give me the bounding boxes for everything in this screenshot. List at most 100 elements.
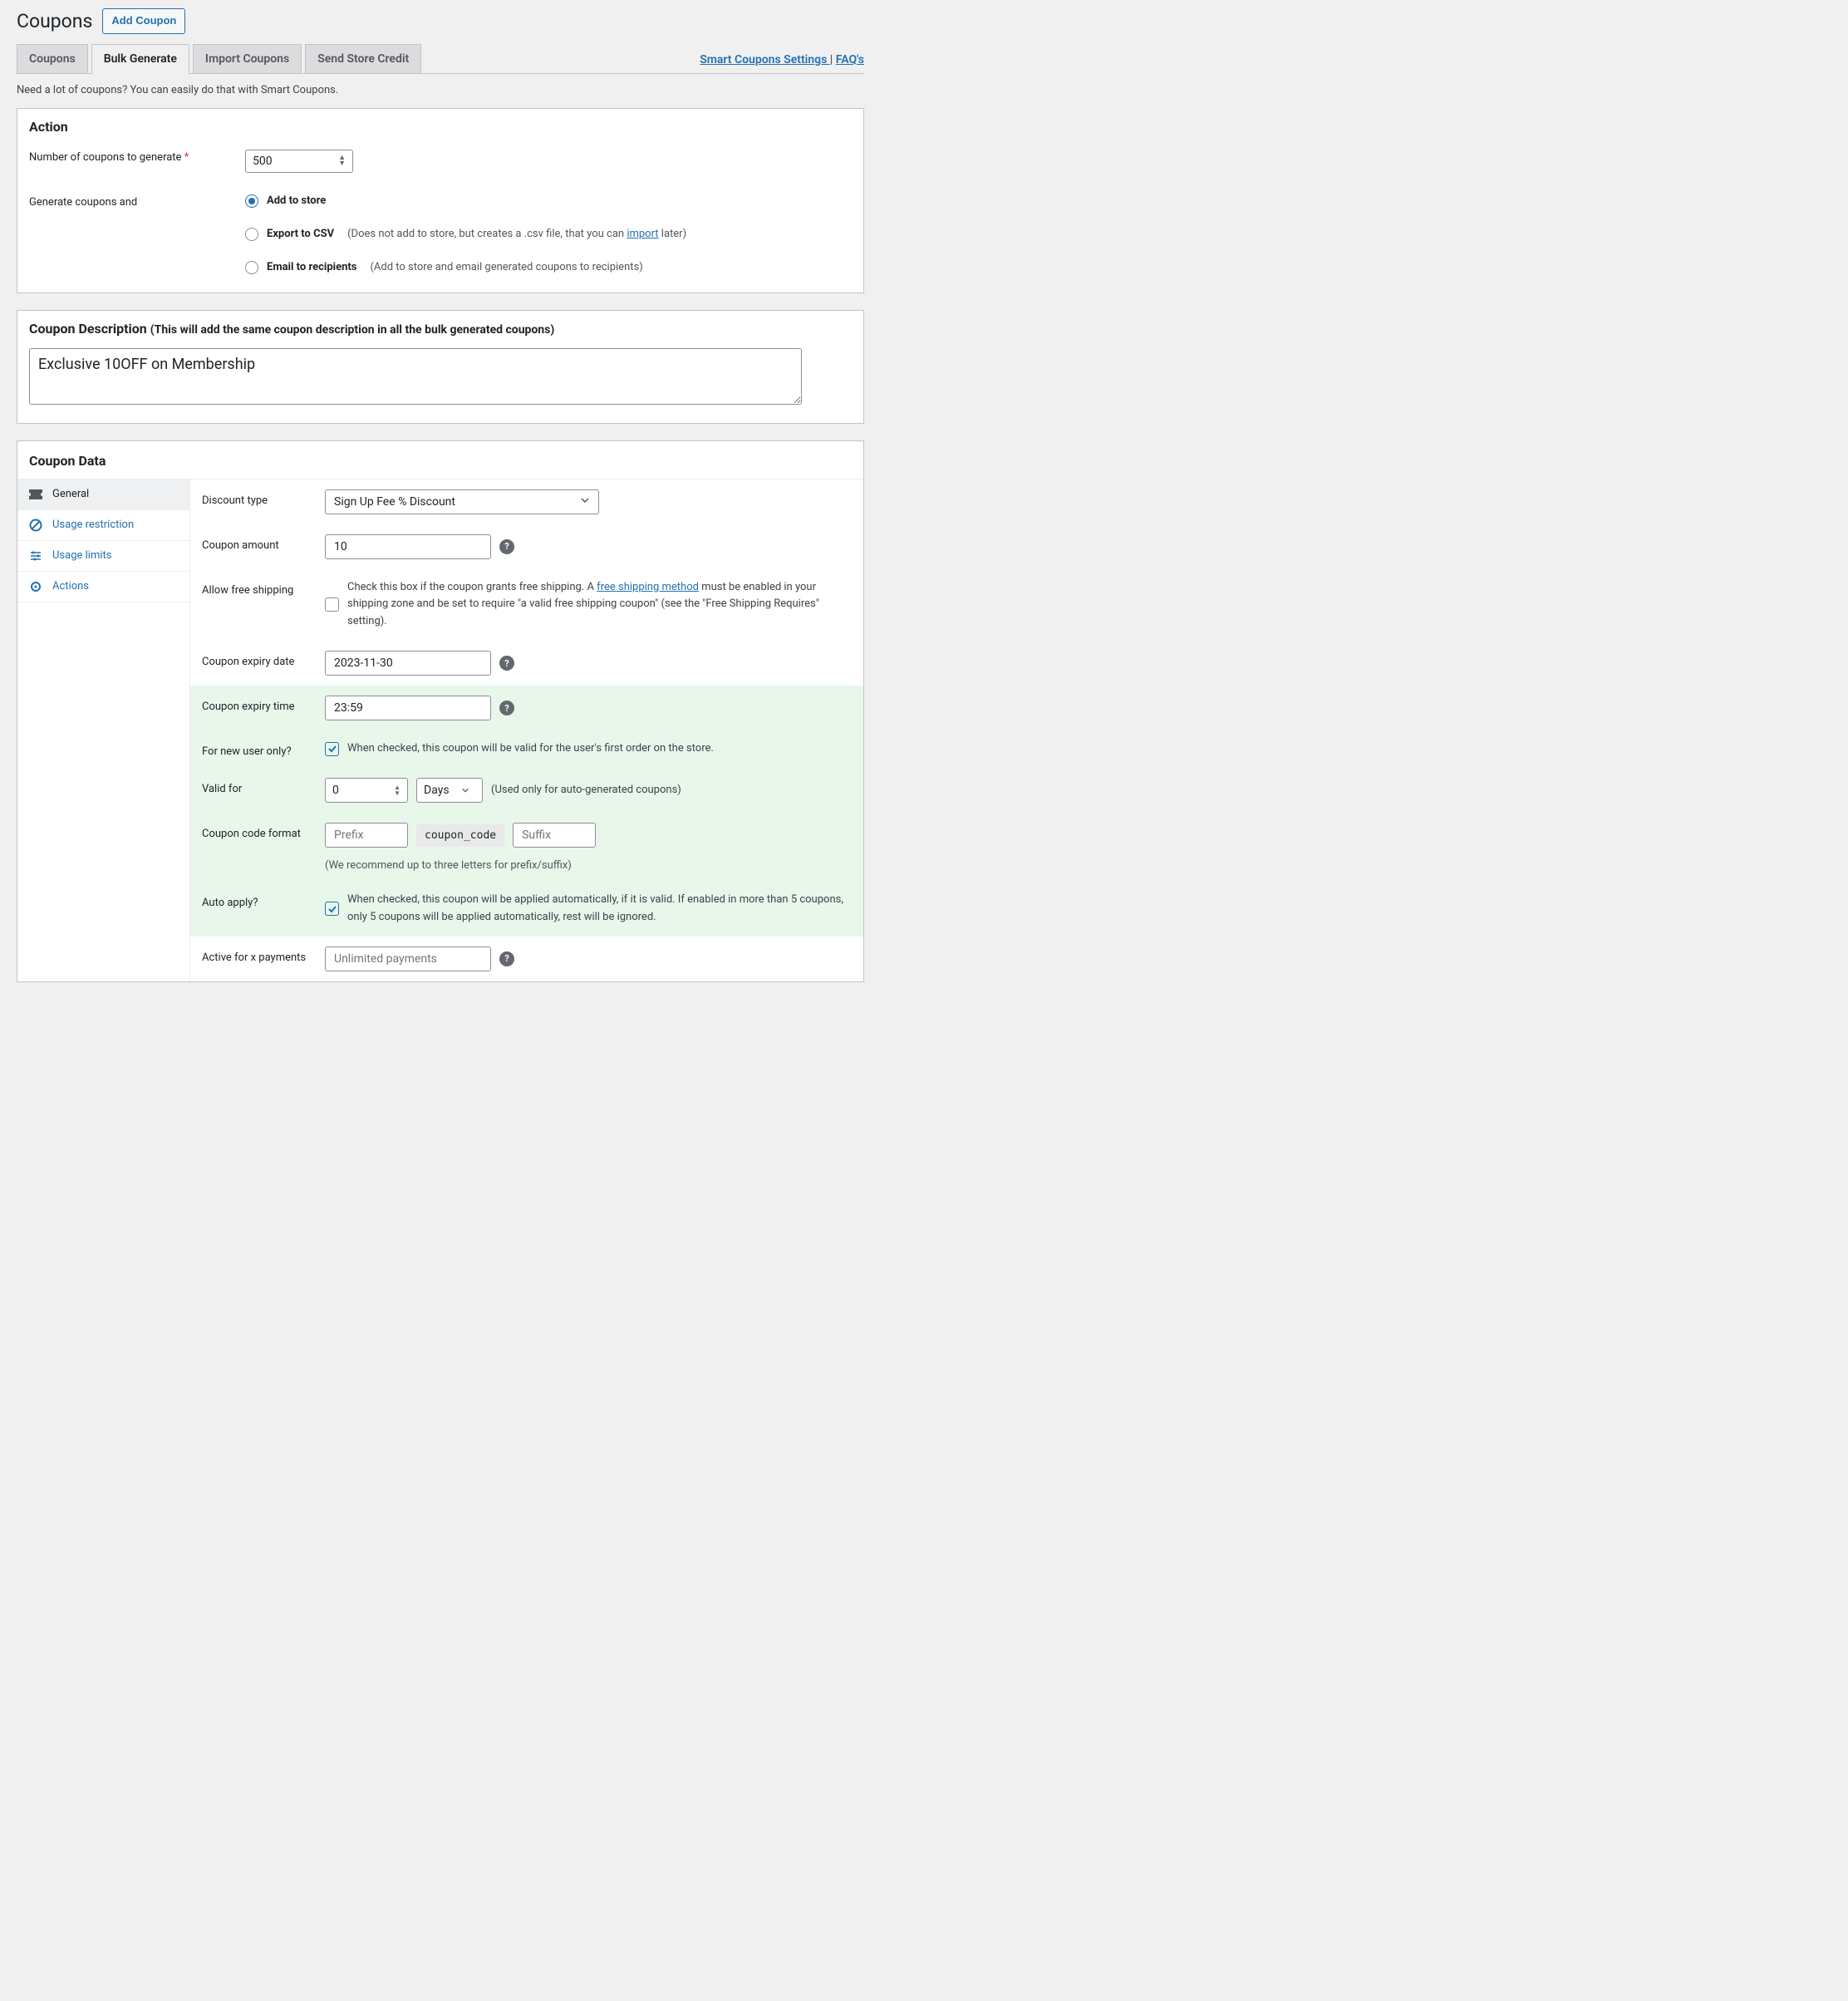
stepper-icon[interactable]: ▲▼ xyxy=(338,155,346,167)
coupon-amount-input[interactable]: 10 xyxy=(325,534,491,559)
expiry-time-row: Coupon expiry time 23:59 ? xyxy=(190,686,863,730)
auto-apply-checkbox[interactable] xyxy=(325,902,339,916)
radio-icon xyxy=(245,261,258,274)
coupon-data-sidebar: General Usage restriction Usage limits xyxy=(17,479,190,981)
num-coupons-input[interactable]: 500 ▲▼ xyxy=(245,150,353,173)
tab-send-store-credit[interactable]: Send Store Credit xyxy=(305,44,421,74)
suffix-input[interactable]: Suffix xyxy=(513,823,596,848)
add-coupon-button[interactable]: Add Coupon xyxy=(102,8,185,34)
sidebar-item-usage-restriction[interactable]: Usage restriction xyxy=(17,510,189,541)
required-star: * xyxy=(184,151,189,164)
radio-icon xyxy=(245,194,258,208)
tab-bulk-generate[interactable]: Bulk Generate xyxy=(91,44,189,74)
free-shipping-label: Allow free shipping xyxy=(202,579,325,597)
page-title: Coupons xyxy=(17,10,92,32)
radio-export-desc: (Does not add to store, but creates a .c… xyxy=(347,228,686,240)
radio-add-to-store[interactable]: Add to store xyxy=(245,194,686,208)
radio-export-csv[interactable]: Export to CSV (Does not add to store, bu… xyxy=(245,228,686,241)
free-shipping-text-before: Check this box if the coupon grants free… xyxy=(347,581,597,593)
sliders-icon xyxy=(29,549,42,563)
stepper-icon[interactable]: ▲▼ xyxy=(394,784,401,796)
sidebar-item-actions[interactable]: Actions xyxy=(17,572,189,602)
expiry-date-input[interactable]: 2023-11-30 xyxy=(325,651,491,676)
help-icon[interactable]: ? xyxy=(499,701,514,715)
right-links: Smart Coupons Settings | FAQ's xyxy=(700,53,864,73)
sidebar-item-label: Usage restriction xyxy=(52,519,134,531)
auto-apply-desc: When checked, this coupon will be applie… xyxy=(347,892,852,927)
num-coupons-row: Number of coupons to generate * 500 ▲▼ xyxy=(29,150,852,173)
active-payments-label: Active for x payments xyxy=(202,946,325,964)
active-payments-input[interactable]: Unlimited payments xyxy=(325,946,491,971)
discount-type-label: Discount type xyxy=(202,489,325,507)
auto-apply-label: Auto apply? xyxy=(202,892,325,909)
free-shipping-checkbox[interactable] xyxy=(325,597,339,612)
description-textarea[interactable] xyxy=(29,348,802,405)
sidebar-item-label: Usage limits xyxy=(52,549,111,562)
radio-email-recipients[interactable]: Email to recipients (Add to store and em… xyxy=(245,261,686,274)
description-heading: Coupon Description xyxy=(29,321,150,337)
active-payments-row: Active for x payments Unlimited payments… xyxy=(190,937,863,981)
valid-for-note: (Used only for auto-generated coupons) xyxy=(491,782,681,799)
radio-export-label: Export to CSV xyxy=(267,228,334,240)
new-user-row: For new user only? When checked, this co… xyxy=(190,730,863,768)
free-shipping-method-link[interactable]: free shipping method xyxy=(597,581,699,593)
export-desc-before: (Does not add to store, but creates a .c… xyxy=(347,228,627,240)
free-shipping-row: Allow free shipping Check this box if th… xyxy=(190,569,863,641)
expiry-time-input[interactable]: 23:59 xyxy=(325,696,491,720)
page-header: Coupons Add Coupon xyxy=(17,8,864,34)
subtitle: Need a lot of coupons? You can easily do… xyxy=(17,84,864,96)
help-icon[interactable]: ? xyxy=(499,656,514,671)
valid-for-row: Valid for 0 ▲▼ Days (Used only for auto-… xyxy=(190,768,863,813)
faqs-link[interactable]: FAQ's xyxy=(836,53,864,66)
sidebar-item-general[interactable]: General xyxy=(17,479,189,510)
new-user-label: For new user only? xyxy=(202,740,325,758)
coupon-data-heading: Coupon Data xyxy=(17,441,863,479)
num-coupons-value: 500 xyxy=(253,155,273,168)
tab-import-coupons[interactable]: Import Coupons xyxy=(193,44,302,74)
valid-for-unit-select[interactable]: Days xyxy=(416,778,483,803)
coupon-amount-label: Coupon amount xyxy=(202,534,325,552)
help-icon[interactable]: ? xyxy=(499,539,514,554)
smart-coupons-settings-link[interactable]: Smart Coupons Settings xyxy=(700,53,830,66)
import-link[interactable]: import xyxy=(627,228,658,240)
radio-icon xyxy=(245,228,258,241)
code-format-note: (We recommend up to three letters for pr… xyxy=(325,859,852,872)
help-icon[interactable]: ? xyxy=(499,951,514,966)
radio-email-desc: (Add to store and email generated coupon… xyxy=(370,261,642,273)
export-desc-after: later) xyxy=(659,228,687,240)
tab-coupons[interactable]: Coupons xyxy=(17,44,88,74)
num-coupons-label-text: Number of coupons to generate xyxy=(29,151,184,164)
expiry-date-row: Coupon expiry date 2023-11-30 ? xyxy=(190,641,863,686)
tabs-row: Coupons Bulk Generate Import Coupons Sen… xyxy=(17,44,864,74)
discount-type-row: Discount type Sign Up Fee % Discount xyxy=(190,479,863,524)
chevron-down-icon xyxy=(461,786,469,794)
gear-icon xyxy=(29,580,42,593)
description-heading-row: Coupon Description (This will add the sa… xyxy=(29,321,852,337)
radio-email-label: Email to recipients xyxy=(267,261,356,273)
new-user-desc: When checked, this coupon will be valid … xyxy=(347,740,714,758)
expiry-date-label: Coupon expiry date xyxy=(202,651,325,668)
tabs: Coupons Bulk Generate Import Coupons Sen… xyxy=(17,44,421,73)
generate-options: Add to store Export to CSV (Does not add… xyxy=(245,194,686,278)
prefix-input[interactable]: Prefix xyxy=(325,823,408,848)
separator: | xyxy=(830,53,836,66)
radio-add-label: Add to store xyxy=(267,194,326,207)
sidebar-item-label: General xyxy=(52,488,89,500)
sidebar-item-label: Actions xyxy=(52,580,89,592)
free-shipping-desc: Check this box if the coupon grants free… xyxy=(347,579,852,631)
description-subheading: (This will add the same coupon descripti… xyxy=(150,323,555,337)
ban-icon xyxy=(29,519,42,532)
description-panel: Coupon Description (This will add the sa… xyxy=(17,310,864,424)
discount-type-select[interactable]: Sign Up Fee % Discount xyxy=(325,489,599,514)
action-heading: Action xyxy=(29,119,852,135)
sidebar-item-usage-limits[interactable]: Usage limits xyxy=(17,541,189,572)
valid-for-label: Valid for xyxy=(202,778,325,795)
generate-and-row: Generate coupons and Add to store Export… xyxy=(29,194,852,278)
auto-apply-row: Auto apply? When checked, this coupon wi… xyxy=(190,882,863,937)
generate-and-label: Generate coupons and xyxy=(29,194,245,278)
discount-type-value: Sign Up Fee % Discount xyxy=(334,495,455,509)
valid-for-input[interactable]: 0 ▲▼ xyxy=(325,778,408,803)
new-user-checkbox[interactable] xyxy=(325,742,339,756)
chevron-down-icon xyxy=(580,495,590,509)
num-coupons-label: Number of coupons to generate * xyxy=(29,150,245,173)
